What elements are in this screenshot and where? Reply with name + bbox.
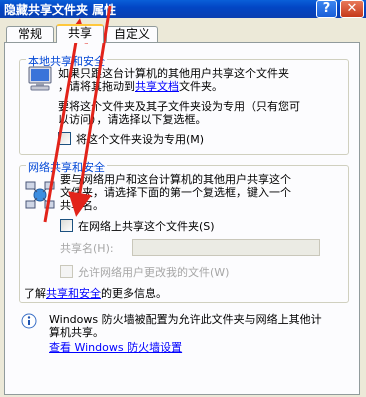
window-title: 隐藏共享文件夹 属性: [4, 3, 117, 17]
sharing-panel: 本地共享和安全 如果只跟这台计算机的其他用户共享这个文件夹 ，请将其拖动到共享文…: [4, 42, 360, 395]
network-icon: [25, 181, 55, 209]
shared-documents-link[interactable]: 共享文档: [135, 80, 179, 93]
make-private-label[interactable]: 将这个文件夹设为专用(M): [76, 133, 204, 146]
help-button[interactable]: ?: [316, 0, 337, 18]
sharing-security-link[interactable]: 共享和安全: [46, 287, 101, 300]
info-icon: [21, 313, 37, 329]
allow-change-label[interactable]: 允许网络用户更改我的文件(W): [78, 266, 229, 279]
tab-sharing[interactable]: 共享: [56, 24, 104, 43]
local-sharing-group: 本地共享和安全 如果只跟这台计算机的其他用户共享这个文件夹 ，请将其拖动到共享文…: [19, 53, 349, 155]
share-on-network-checkbox[interactable]: [60, 219, 73, 232]
network-sharing-group: 网络共享和安全 要与网络用户和这台计算机的其他用户共享这个 文件夹，请选择下面的…: [19, 159, 349, 303]
close-button[interactable]: ✕: [340, 0, 364, 18]
share-name-label: 共享名(H):: [60, 242, 114, 255]
share-name-input[interactable]: [132, 239, 320, 256]
more-info-text: 了解共享和安全的更多信息。: [24, 287, 167, 300]
local-sharing-text-1: 如果只跟这台计算机的其他用户共享这个文件夹 ，请将其拖动到共享文档文件夹。: [58, 67, 289, 93]
firewall-settings-link[interactable]: 查看 Windows 防火墙设置: [49, 341, 182, 354]
make-private-checkbox[interactable]: [58, 132, 71, 145]
tab-general[interactable]: 常规: [6, 26, 54, 42]
tab-customize[interactable]: 自定义: [106, 26, 158, 42]
computer-icon: [28, 66, 52, 91]
local-sharing-text-2: 要将这个文件夹及其子文件夹设为专用（只有您可 以访问），请选择以下复选框。: [58, 100, 300, 126]
network-sharing-text: 要与网络用户和这台计算机的其他用户共享这个 文件夹，请选择下面的第一个复选框，键…: [60, 173, 291, 212]
window-titlebar[interactable]: 隐藏共享文件夹 属性: [0, 0, 366, 18]
allow-change-checkbox[interactable]: [60, 265, 73, 278]
firewall-info-text: Windows 防火墙被配置为允许此文件夹与网络上其他计 算机共享。: [49, 313, 322, 339]
share-on-network-label[interactable]: 在网络上共享这个文件夹(S): [78, 220, 215, 233]
